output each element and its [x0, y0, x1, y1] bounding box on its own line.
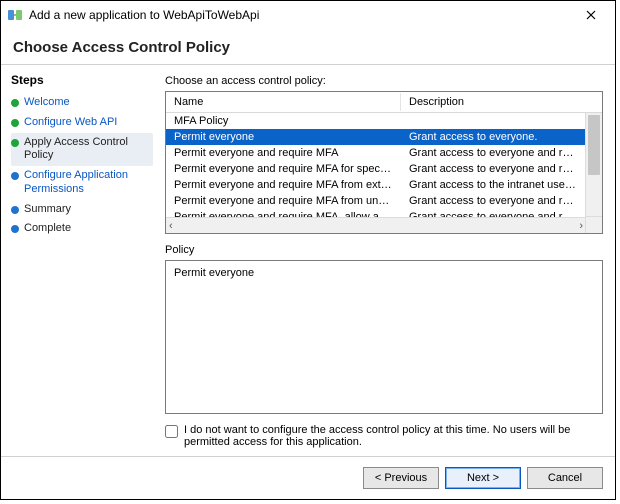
policy-row[interactable]: Permit everyone and require MFA from ext… — [166, 177, 586, 193]
opt-out-row[interactable]: I do not want to configure the access co… — [165, 424, 603, 448]
policy-row-name: Permit everyone and require MFA from ext… — [166, 179, 401, 191]
policy-row[interactable]: Permit everyone and require MFAGrant acc… — [166, 145, 586, 161]
step-bullet-icon — [11, 206, 19, 214]
policy-row[interactable]: MFA Policy — [166, 113, 586, 129]
scroll-left-icon[interactable]: ‹ — [169, 220, 173, 232]
policy-row-description: Grant access to the intranet users and r… — [401, 179, 586, 191]
previous-button[interactable]: < Previous — [363, 467, 439, 489]
policy-row-name: Permit everyone and require MFA — [166, 147, 401, 159]
steps-panel: Steps Welcome Configure Web API Apply Acce… — [1, 65, 161, 456]
policy-row-name: Permit everyone and require MFA for spec… — [166, 163, 401, 175]
next-button[interactable]: Next > — [445, 467, 521, 489]
choose-policy-label: Choose an access control policy: — [165, 75, 603, 87]
policy-preview: Permit everyone — [165, 260, 603, 414]
column-description[interactable]: Description — [401, 93, 602, 111]
policy-row-description: Grant access to everyone and require MFA… — [401, 163, 586, 175]
step-bullet-icon — [11, 99, 19, 107]
policy-row-name: Permit everyone and require MFA from una… — [166, 195, 401, 207]
step-item[interactable]: Welcome — [11, 93, 153, 113]
main-panel: Choose an access control policy: Name De… — [161, 65, 615, 456]
policy-row[interactable]: Permit everyone and require MFA from una… — [166, 193, 586, 209]
policy-row[interactable]: Permit everyoneGrant access to everyone. — [166, 129, 586, 145]
policy-row-description: Grant access to everyone and require MFA… — [401, 147, 586, 159]
scrollbar-corner — [585, 216, 602, 233]
wizard-window: Add a new application to WebApiToWebApi … — [0, 0, 616, 500]
step-label: Apply Access Control Policy — [24, 136, 153, 164]
step-item[interactable]: Configure Web API — [11, 113, 153, 133]
close-button[interactable] — [573, 2, 609, 28]
footer: < Previous Next > Cancel — [1, 457, 615, 499]
vertical-scrollbar[interactable] — [585, 113, 602, 217]
opt-out-checkbox[interactable] — [165, 425, 178, 438]
titlebar: Add a new application to WebApiToWebApi — [1, 1, 615, 29]
step-label[interactable]: Configure Web API — [24, 116, 117, 130]
step-bullet-icon — [11, 119, 19, 127]
step-item: Complete — [11, 219, 153, 239]
window-title: Add a new application to WebApiToWebApi — [29, 8, 573, 22]
column-name[interactable]: Name — [166, 93, 401, 111]
app-icon — [7, 7, 23, 23]
step-bullet-icon — [11, 139, 19, 147]
policy-row-name: Permit everyone — [166, 131, 401, 143]
policy-list[interactable]: Name Description MFA Policy Permit everyo… — [165, 91, 603, 234]
scroll-right-icon[interactable]: › — [579, 220, 583, 232]
step-label[interactable]: Configure Application Permissions — [24, 169, 153, 197]
step-label[interactable]: Welcome — [24, 96, 70, 110]
policy-row[interactable]: Permit everyone and require MFA for spec… — [166, 161, 586, 177]
step-label: Complete — [24, 222, 71, 236]
policy-row-description: Grant access to everyone. — [401, 131, 586, 143]
vertical-scrollbar-thumb[interactable] — [588, 115, 600, 175]
policy-row[interactable]: Permit everyone and require MFA, allow a… — [166, 209, 586, 217]
policy-label: Policy — [165, 244, 603, 256]
step-bullet-icon — [11, 172, 19, 180]
step-bullet-icon — [11, 225, 19, 233]
step-item: Summary — [11, 200, 153, 220]
opt-out-label: I do not want to configure the access co… — [184, 424, 603, 448]
policy-list-header: Name Description — [166, 92, 602, 113]
steps-heading: Steps — [11, 73, 153, 87]
step-label: Summary — [24, 203, 71, 217]
horizontal-scrollbar[interactable]: ‹ › — [166, 217, 586, 233]
step-item: Apply Access Control Policy — [11, 133, 153, 167]
cancel-button[interactable]: Cancel — [527, 467, 603, 489]
page-title: Choose Access Control Policy — [1, 29, 615, 64]
policy-row-name: MFA Policy — [166, 115, 401, 127]
step-item[interactable]: Configure Application Permissions — [11, 166, 153, 200]
policy-row-description: Grant access to everyone and require MFA… — [401, 195, 586, 207]
policy-preview-text: Permit everyone — [174, 267, 254, 279]
close-icon — [586, 10, 596, 20]
